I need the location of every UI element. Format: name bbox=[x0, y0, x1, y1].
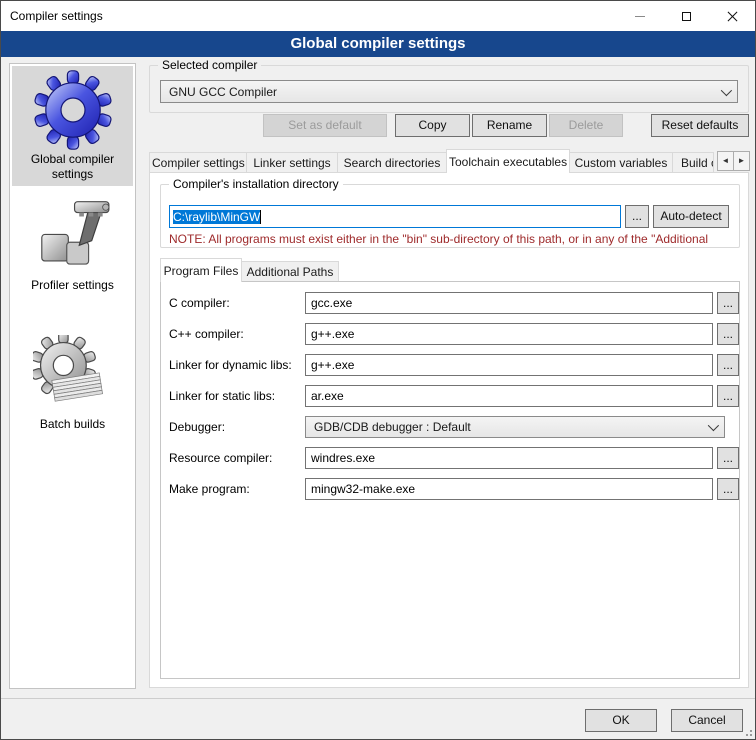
sidebar-item-label: Batch builds bbox=[12, 417, 133, 432]
tab-scroll-right-button[interactable]: ► bbox=[733, 151, 750, 171]
window-title: Compiler settings bbox=[1, 9, 103, 23]
gear-stack-icon bbox=[31, 333, 115, 417]
compiler-settings-dialog: Compiler settings Global compiler settin… bbox=[0, 0, 756, 740]
compiler-actions-row: Set as default Copy Rename Delete Reset … bbox=[1, 114, 756, 138]
sidebar-item-label: Profiler settings bbox=[12, 278, 133, 293]
browse-directory-button[interactable]: ... bbox=[625, 205, 649, 228]
dynamic-linker-input[interactable] bbox=[305, 354, 713, 376]
delete-button: Delete bbox=[549, 114, 623, 137]
resource-compiler-input[interactable] bbox=[305, 447, 713, 469]
chevron-down-icon bbox=[721, 84, 732, 95]
title-bar: Compiler settings bbox=[1, 1, 755, 31]
maximize-icon bbox=[682, 12, 691, 21]
minimize-icon bbox=[635, 16, 645, 17]
debugger-select-value: GDB/CDB debugger : Default bbox=[314, 420, 708, 434]
tab-build-options[interactable]: Build options bbox=[672, 152, 714, 173]
settings-sidebar: Global compiler settings Profiler settin… bbox=[9, 63, 136, 689]
cpp-compiler-input[interactable] bbox=[305, 323, 713, 345]
tab-toolchain-executables[interactable]: Toolchain executables bbox=[446, 149, 570, 173]
main-tab-strip: Compiler settings Linker settings Search… bbox=[149, 149, 717, 173]
tab-compiler-settings[interactable]: Compiler settings bbox=[149, 152, 247, 173]
tab-linker-settings[interactable]: Linker settings bbox=[246, 152, 338, 173]
resource-compiler-browse-button[interactable]: ... bbox=[717, 447, 739, 469]
c-compiler-browse-button[interactable]: ... bbox=[717, 292, 739, 314]
program-files-page: C compiler: ... C++ compiler: ... Linker… bbox=[160, 281, 740, 679]
compiler-select-value: GNU GCC Compiler bbox=[169, 85, 721, 99]
tab-scroll-arrows: ◄ ► bbox=[718, 151, 750, 171]
static-linker-browse-button[interactable]: ... bbox=[717, 385, 739, 407]
reset-defaults-button[interactable]: Reset defaults bbox=[651, 114, 749, 137]
make-program-browse-button[interactable]: ... bbox=[717, 478, 739, 500]
copy-button[interactable]: Copy bbox=[395, 114, 470, 137]
static-linker-label: Linker for static libs: bbox=[169, 389, 275, 403]
sidebar-item-batch-builds[interactable]: Batch builds bbox=[12, 331, 133, 436]
installation-directory-value: C:\raylib\MinGW bbox=[173, 210, 260, 224]
ok-button[interactable]: OK bbox=[585, 709, 657, 732]
resource-compiler-label: Resource compiler: bbox=[169, 451, 272, 465]
tab-scroll-left-button[interactable]: ◄ bbox=[717, 151, 734, 171]
rename-button[interactable]: Rename bbox=[472, 114, 547, 137]
page-title: Global compiler settings bbox=[1, 31, 755, 57]
auto-detect-button[interactable]: Auto-detect bbox=[653, 205, 729, 228]
dynamic-linker-browse-button[interactable]: ... bbox=[717, 354, 739, 376]
sidebar-item-label: Global compiler settings bbox=[12, 152, 133, 182]
set-as-default-button: Set as default bbox=[263, 114, 387, 137]
installation-directory-input[interactable]: C:\raylib\MinGW bbox=[169, 205, 621, 228]
tab-program-files[interactable]: Program Files bbox=[160, 258, 242, 282]
dynamic-linker-label: Linker for dynamic libs: bbox=[169, 358, 292, 372]
resize-grip[interactable] bbox=[743, 727, 752, 736]
selected-compiler-group-label: Selected compiler bbox=[158, 58, 261, 72]
sidebar-item-profiler-settings[interactable]: Profiler settings bbox=[12, 192, 133, 297]
static-linker-input[interactable] bbox=[305, 385, 713, 407]
toolchain-executables-page: Compiler's installation directory C:\ray… bbox=[149, 172, 749, 688]
c-compiler-label: C compiler: bbox=[169, 296, 230, 310]
c-compiler-input[interactable] bbox=[305, 292, 713, 314]
installation-directory-group: Compiler's installation directory C:\ray… bbox=[160, 184, 740, 248]
maximize-button[interactable] bbox=[663, 1, 709, 31]
cpp-compiler-browse-button[interactable]: ... bbox=[717, 323, 739, 345]
tab-additional-paths[interactable]: Additional Paths bbox=[241, 261, 339, 282]
gear-blue-icon bbox=[31, 68, 115, 152]
caliper-icon bbox=[31, 194, 115, 278]
footer-divider bbox=[1, 698, 755, 699]
tab-search-directories[interactable]: Search directories bbox=[337, 152, 447, 173]
cpp-compiler-label: C++ compiler: bbox=[169, 327, 244, 341]
sub-tab-strip: Program Files Additional Paths bbox=[160, 258, 720, 282]
close-icon bbox=[726, 10, 739, 23]
close-button[interactable] bbox=[709, 1, 755, 31]
make-program-input[interactable] bbox=[305, 478, 713, 500]
chevron-down-icon bbox=[708, 420, 719, 431]
selected-compiler-group: Selected compiler GNU GCC Compiler bbox=[149, 65, 749, 113]
debugger-select[interactable]: GDB/CDB debugger : Default bbox=[305, 416, 725, 438]
text-caret bbox=[260, 210, 261, 224]
minimize-button[interactable] bbox=[617, 1, 663, 31]
debugger-label: Debugger: bbox=[169, 420, 225, 434]
tab-custom-variables[interactable]: Custom variables bbox=[569, 152, 673, 173]
bin-subdirectory-note: NOTE: All programs must exist either in … bbox=[169, 232, 735, 246]
installation-directory-group-label: Compiler's installation directory bbox=[169, 177, 343, 191]
make-program-label: Make program: bbox=[169, 482, 250, 496]
cancel-button[interactable]: Cancel bbox=[671, 709, 743, 732]
compiler-select[interactable]: GNU GCC Compiler bbox=[160, 80, 738, 103]
